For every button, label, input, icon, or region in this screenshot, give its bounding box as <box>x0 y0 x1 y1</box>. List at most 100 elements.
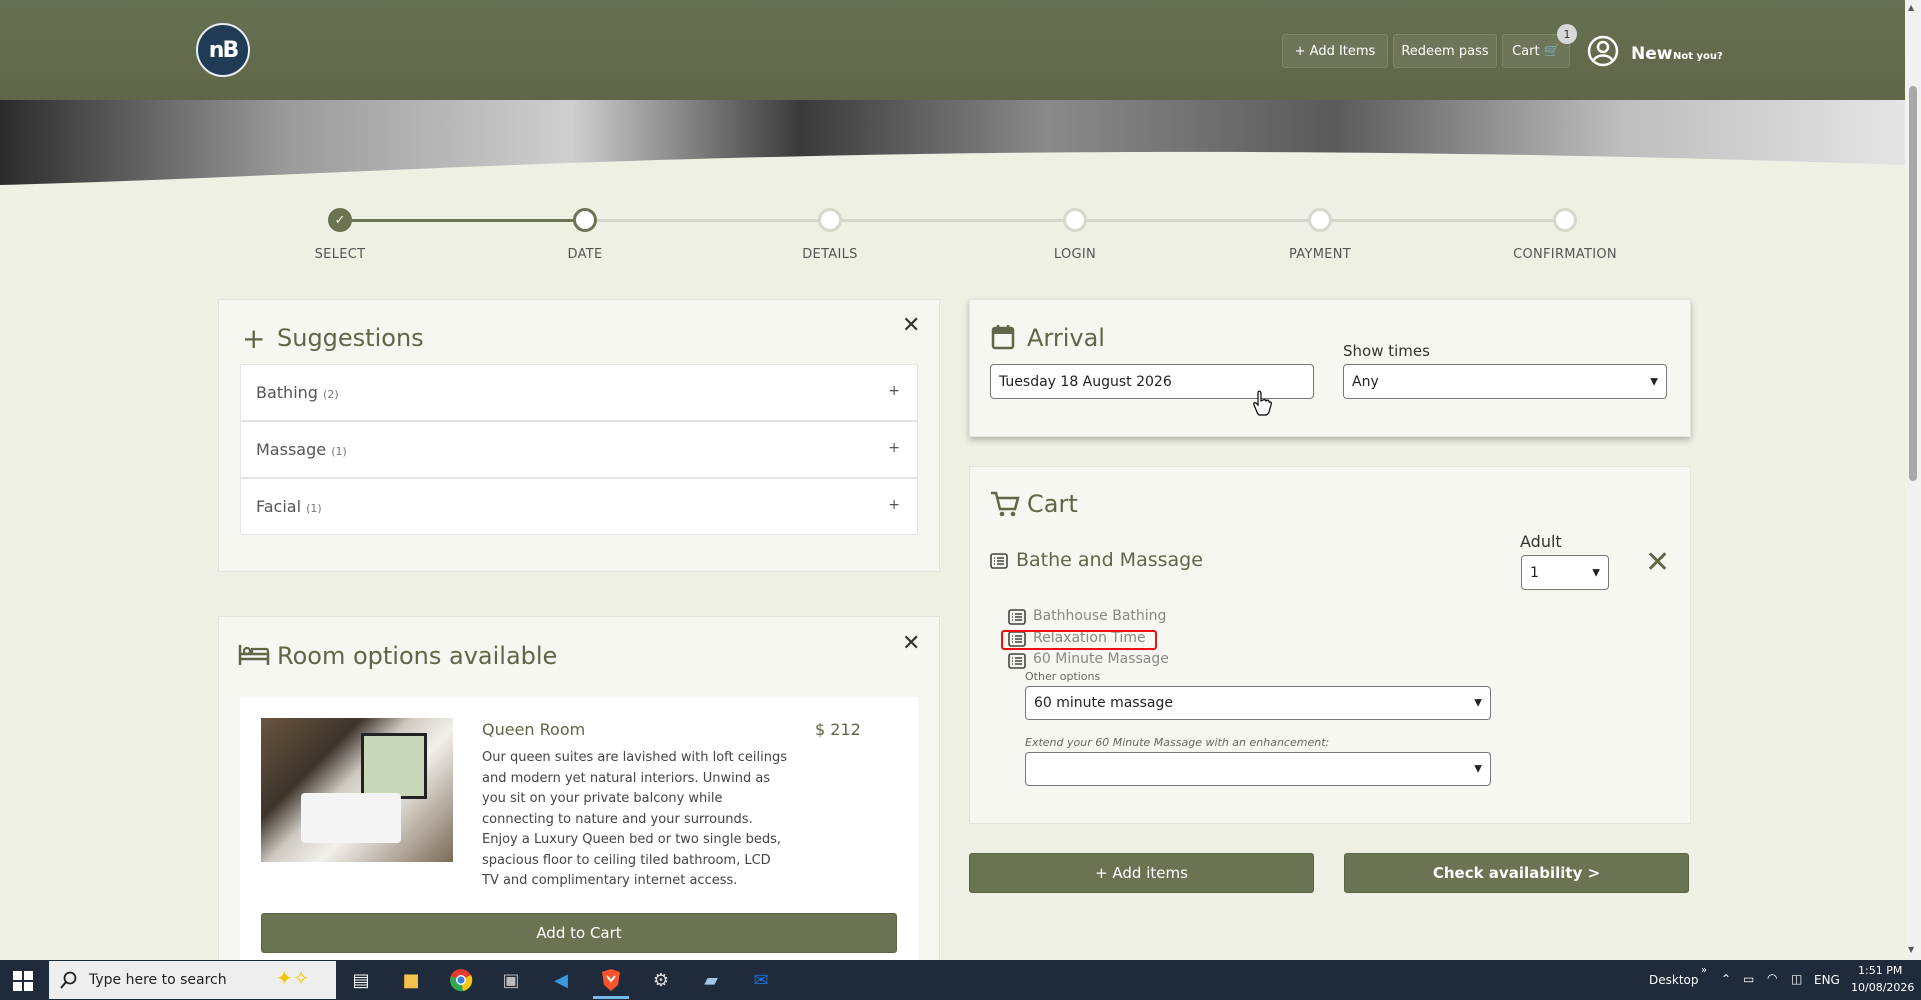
wifi-icon[interactable]: ◠ <box>1767 971 1777 985</box>
check-availability-button[interactable]: Check availability > <box>1344 853 1689 893</box>
adult-label: Adult <box>1520 532 1562 551</box>
search-icon <box>60 971 77 989</box>
brave-browser-icon[interactable] <box>597 966 625 994</box>
plus-icon: + <box>242 322 266 355</box>
settings-gear-icon[interactable]: ⚙ <box>647 966 675 994</box>
input-language[interactable]: ENG <box>1814 973 1840 987</box>
close-room-options-icon[interactable]: ✕ <box>902 631 920 656</box>
chrome-icon[interactable] <box>447 966 475 994</box>
battery-icon[interactable]: ▭ <box>1743 972 1754 986</box>
highlight-box <box>1001 630 1157 650</box>
step-label-details: DETAILS <box>802 247 858 262</box>
notes-app-icon[interactable]: ▰ <box>697 966 725 994</box>
cart-package-name: Bathe and Massage <box>1016 549 1203 571</box>
cart-sub-item: 60 Minute Massage <box>1033 651 1169 667</box>
step-confirmation-dot <box>1553 208 1577 232</box>
dropdown-caret-icon: ▼ <box>1474 697 1482 709</box>
expand-plus-icon[interactable]: + <box>888 440 900 456</box>
sparkle-icon: ✦✧ <box>276 966 310 990</box>
calendar-icon <box>991 325 1015 350</box>
show-times-value: Any <box>1352 373 1379 390</box>
add-items-button[interactable]: + Add items <box>969 853 1314 893</box>
show-times-select[interactable]: Any ▼ <box>1343 364 1667 399</box>
suggestions-title: Suggestions <box>277 324 424 352</box>
suggestion-count: (1) <box>306 502 322 515</box>
hero-wave-divider <box>0 151 1905 190</box>
bed-icon <box>238 645 270 665</box>
tray-chevron-up-icon[interactable]: ⌃ <box>1721 972 1731 986</box>
arrival-title: Arrival <box>1027 324 1105 352</box>
show-times-label: Show times <box>1343 342 1430 360</box>
dropdown-caret-icon: ▼ <box>1592 567 1600 578</box>
adult-quantity-value: 1 <box>1530 564 1539 581</box>
cart-sub-item: Bathhouse Bathing <box>1033 608 1167 624</box>
step-label-payment: PAYMENT <box>1288 247 1352 262</box>
task-view-icon[interactable]: ▤ <box>347 966 375 994</box>
step-date-dot <box>573 208 597 232</box>
close-suggestions-icon[interactable]: ✕ <box>902 313 920 338</box>
other-options-select[interactable]: 60 minute massage ▼ <box>1025 686 1491 720</box>
page-scrollbar[interactable]: ▲ ▼ <box>1905 0 1921 960</box>
file-explorer-icon[interactable]: ■ <box>397 966 425 994</box>
cart-title: Cart <box>1027 490 1078 518</box>
remove-item-close-icon[interactable]: ✕ <box>1645 545 1670 580</box>
scroll-down-arrow-icon[interactable]: ▼ <box>1908 945 1914 954</box>
suggestion-item-facial[interactable]: Facial (1) + <box>240 478 918 535</box>
step-label-date: DATE <box>567 247 603 262</box>
room-name[interactable]: Queen Room <box>482 720 585 739</box>
enhancement-label: Extend your 60 Minute Massage with an en… <box>1025 736 1330 749</box>
other-options-value: 60 minute massage <box>1034 695 1173 711</box>
list-icon <box>1008 653 1026 669</box>
scroll-up-arrow-icon[interactable]: ▲ <box>1908 3 1914 12</box>
step-payment-dot <box>1308 208 1332 232</box>
suggestion-name: Bathing <box>256 383 318 402</box>
dropdown-caret-icon: ▼ <box>1650 376 1658 387</box>
suggestion-count: (1) <box>331 445 347 458</box>
vscode-icon[interactable]: ◀ <box>547 966 575 994</box>
clock-time[interactable]: 1:51 PM <box>1858 964 1902 977</box>
cart-count-badge: 1 <box>1557 24 1577 44</box>
suggestion-item-massage[interactable]: Massage (1) + <box>240 421 918 478</box>
step-login-dot <box>1063 208 1087 232</box>
suggestion-item-bathing[interactable]: Bathing (2) + <box>240 364 918 421</box>
room-description: Our queen suites are lavished with loft … <box>482 750 787 888</box>
dropdown-caret-icon: ▼ <box>1474 763 1482 775</box>
user-name: New <box>1631 44 1673 64</box>
clock-date[interactable]: 10/08/2026 <box>1851 981 1914 994</box>
step-label-select: SELECT <box>314 247 366 262</box>
queen-room-photo <box>261 718 453 862</box>
user-account-icon[interactable] <box>1587 35 1619 67</box>
expand-plus-icon[interactable]: + <box>888 497 900 513</box>
add-items-header-button[interactable]: + Add Items <box>1282 34 1388 68</box>
adult-quantity-select[interactable]: 1 ▼ <box>1521 555 1609 590</box>
enhancement-select[interactable]: ▼ <box>1025 752 1491 786</box>
windows-start-icon[interactable] <box>13 971 33 991</box>
other-options-label: Other options <box>1025 670 1101 683</box>
desktop-toolbar-label[interactable]: Desktop <box>1649 973 1699 987</box>
brand-logo[interactable]: nB <box>196 23 250 77</box>
active-app-indicator <box>593 996 629 999</box>
app-window-icon[interactable]: ▣ <box>497 966 525 994</box>
scrollbar-thumb[interactable] <box>1909 86 1917 481</box>
add-to-cart-button[interactable]: Add to Cart <box>261 913 897 953</box>
list-icon <box>990 553 1008 569</box>
toolbar-expand-icon[interactable]: » <box>1701 965 1707 976</box>
expand-plus-icon[interactable]: + <box>888 383 900 399</box>
taskbar-search-placeholder: Type here to search <box>89 972 227 988</box>
booking-page: nB + Add Items Redeem pass Cart 🛒 1 New … <box>0 0 1905 960</box>
step-details-dot <box>818 208 842 232</box>
redeem-pass-button[interactable]: Redeem pass <box>1393 34 1497 68</box>
speaker-icon[interactable]: ◫ <box>1791 972 1802 986</box>
step-connector <box>340 219 585 222</box>
not-you-link[interactable]: Not you? <box>1673 51 1723 62</box>
hand-cursor-icon <box>1253 390 1272 416</box>
suggestion-name: Facial <box>256 497 302 516</box>
room-price: $ 212 <box>815 720 861 739</box>
room-options-title: Room options available <box>277 642 558 670</box>
step-label-login: LOGIN <box>1053 247 1097 262</box>
outlook-icon[interactable]: ✉ <box>747 966 775 994</box>
step-select-check-icon: ✓ <box>328 208 352 232</box>
top-bar: nB + Add Items Redeem pass Cart 🛒 1 New … <box>0 0 1905 100</box>
list-icon <box>1008 609 1026 625</box>
suggestion-name: Massage <box>256 440 327 459</box>
